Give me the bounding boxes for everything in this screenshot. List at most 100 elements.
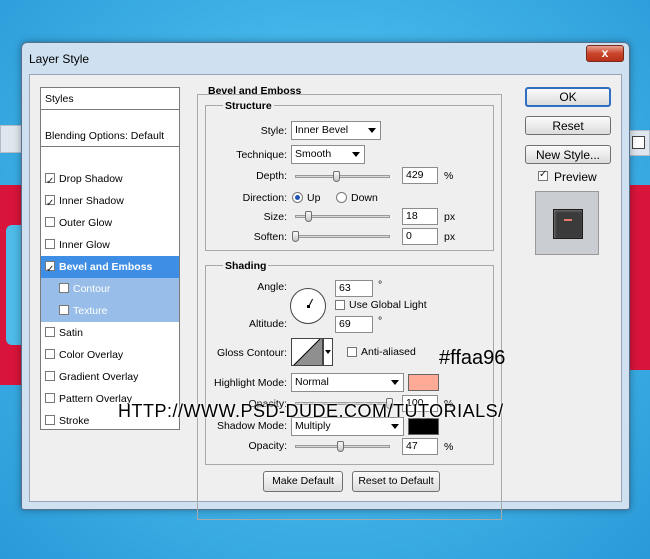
altitude-label: Altitude: [249, 318, 287, 330]
anti-aliased-checkbox[interactable] [347, 347, 357, 357]
style-item-checkbox[interactable] [45, 259, 55, 281]
highlight-mode-select[interactable]: Normal [291, 373, 404, 392]
angle-input[interactable]: 63 [335, 280, 373, 297]
chevron-down-icon [325, 350, 331, 354]
soften-label: Soften: [253, 231, 287, 243]
dialog-client: Styles Blending Options: Default Drop Sh… [29, 74, 622, 520]
depth-slider-track[interactable] [295, 175, 390, 178]
chevron-down-icon [368, 128, 376, 133]
gloss-contour-picker[interactable] [291, 338, 323, 366]
style-item-label: Inner Shadow [59, 195, 124, 207]
chevron-down-icon [391, 380, 399, 385]
direction-label: Direction: [242, 192, 287, 204]
soften-unit: px [444, 231, 456, 243]
technique-label: Technique: [236, 149, 287, 161]
direction-up-radio[interactable] [292, 192, 303, 203]
new-style-button[interactable]: New Style... [525, 145, 611, 164]
gloss-contour-label: Gloss Contour: [216, 347, 287, 359]
style-select-value: Inner Bevel [295, 124, 349, 136]
highlight-hex-annotation: #ffaa96 [439, 347, 506, 369]
size-label: Size: [263, 211, 287, 223]
preview-thumbnail [535, 191, 599, 255]
depth-input[interactable]: 429 [402, 167, 438, 184]
altitude-input[interactable]: 69 [335, 316, 373, 333]
soften-slider-handle[interactable] [292, 231, 299, 242]
style-item-checkbox[interactable] [59, 283, 69, 293]
style-item-checkbox[interactable] [45, 193, 55, 215]
depth-unit: % [444, 170, 454, 182]
style-select[interactable]: Inner Bevel [291, 121, 381, 140]
style-item-label: Gradient Overlay [59, 371, 139, 383]
use-global-light-checkbox[interactable] [335, 300, 345, 310]
style-label: Style: [260, 125, 287, 137]
gloss-contour-dropdown[interactable] [323, 338, 333, 366]
style-item-checkbox[interactable] [45, 393, 55, 403]
chevron-down-icon [391, 424, 399, 429]
style-item-checkbox[interactable] [45, 327, 55, 337]
make-default-button[interactable]: Make Default [263, 471, 343, 492]
angle-label: Angle: [257, 281, 287, 293]
ok-button[interactable]: OK [525, 87, 611, 107]
style-item-contour[interactable]: Contour [41, 278, 179, 300]
style-item-checkbox[interactable] [45, 371, 55, 381]
shadow-opacity-slider-handle[interactable] [337, 441, 344, 452]
angle-unit: ° [378, 279, 383, 291]
blending-options[interactable]: Blending Options: Default [41, 125, 179, 147]
style-item-label: Color Overlay [59, 349, 124, 361]
style-item-gradient-overlay[interactable]: Gradient Overlay [41, 366, 179, 388]
use-global-light-label: Use Global Light [349, 299, 427, 311]
style-item-outer-glow[interactable]: Outer Glow [41, 212, 179, 234]
anti-aliased-label: Anti-aliased [361, 346, 416, 358]
style-item-label: Stroke [59, 415, 90, 427]
title-bar[interactable]: Layer Style x [22, 43, 629, 73]
style-item-label: Drop Shadow [59, 173, 123, 185]
style-item-checkbox[interactable] [45, 415, 55, 425]
reset-to-default-button[interactable]: Reset to Default [352, 471, 440, 492]
direction-down-label: Down [351, 192, 378, 204]
layers-icon [632, 136, 645, 149]
style-item-drop-shadow[interactable]: Drop Shadow [41, 168, 179, 193]
style-item-inner-glow[interactable]: Inner Glow [41, 234, 179, 256]
highlight-color-swatch[interactable] [408, 374, 439, 391]
window-title: Layer Style [29, 52, 90, 66]
direction-up-label: Up [307, 192, 321, 204]
styles-header[interactable]: Styles [41, 88, 179, 110]
style-item-inner-shadow[interactable]: Inner Shadow [41, 190, 179, 215]
direction-down-radio[interactable] [336, 192, 347, 203]
style-item-label: Bevel and Emboss [59, 261, 153, 273]
highlight-mode-label: Highlight Mode: [214, 377, 287, 389]
shadow-opacity-label: Opacity: [248, 440, 287, 452]
style-item-checkbox[interactable] [59, 305, 69, 315]
soften-slider-track[interactable] [295, 235, 390, 238]
style-item-satin[interactable]: Satin [41, 322, 179, 344]
preview-checkbox[interactable] [538, 169, 548, 181]
depth-slider-handle[interactable] [333, 171, 340, 182]
shadow-opacity-unit: % [444, 441, 454, 453]
shadow-opacity-input[interactable]: 47 [402, 438, 438, 455]
technique-select[interactable]: Smooth [291, 145, 365, 164]
depth-label: Depth: [256, 170, 287, 182]
style-item-color-overlay[interactable]: Color Overlay [41, 344, 179, 366]
style-item-label: Contour [73, 283, 111, 295]
styles-list: Styles Blending Options: Default Drop Sh… [40, 87, 180, 430]
reset-button[interactable]: Reset [525, 116, 611, 135]
angle-dial[interactable] [290, 288, 326, 324]
style-item-checkbox[interactable] [45, 171, 55, 193]
style-item-bevel-and-emboss[interactable]: Bevel and Emboss [41, 256, 179, 281]
size-slider-handle[interactable] [305, 211, 312, 222]
style-item-checkbox[interactable] [45, 217, 55, 227]
background-toolbar-left [0, 125, 22, 153]
style-item-label: Inner Glow [59, 239, 110, 251]
technique-select-value: Smooth [295, 148, 332, 160]
close-button[interactable]: x [586, 45, 624, 62]
size-unit: px [444, 211, 456, 223]
style-item-checkbox[interactable] [45, 239, 55, 249]
tutorial-url-watermark: HTTP://WWW.PSD-DUDE.COM/TUTORIALS/ [118, 401, 504, 421]
size-input[interactable]: 18 [402, 208, 438, 225]
style-item-label: Texture [73, 305, 108, 317]
soften-input[interactable]: 0 [402, 228, 438, 245]
highlight-mode-value: Normal [295, 376, 329, 388]
chevron-down-icon [352, 152, 360, 157]
style-item-checkbox[interactable] [45, 349, 55, 359]
style-item-texture[interactable]: Texture [41, 300, 179, 322]
